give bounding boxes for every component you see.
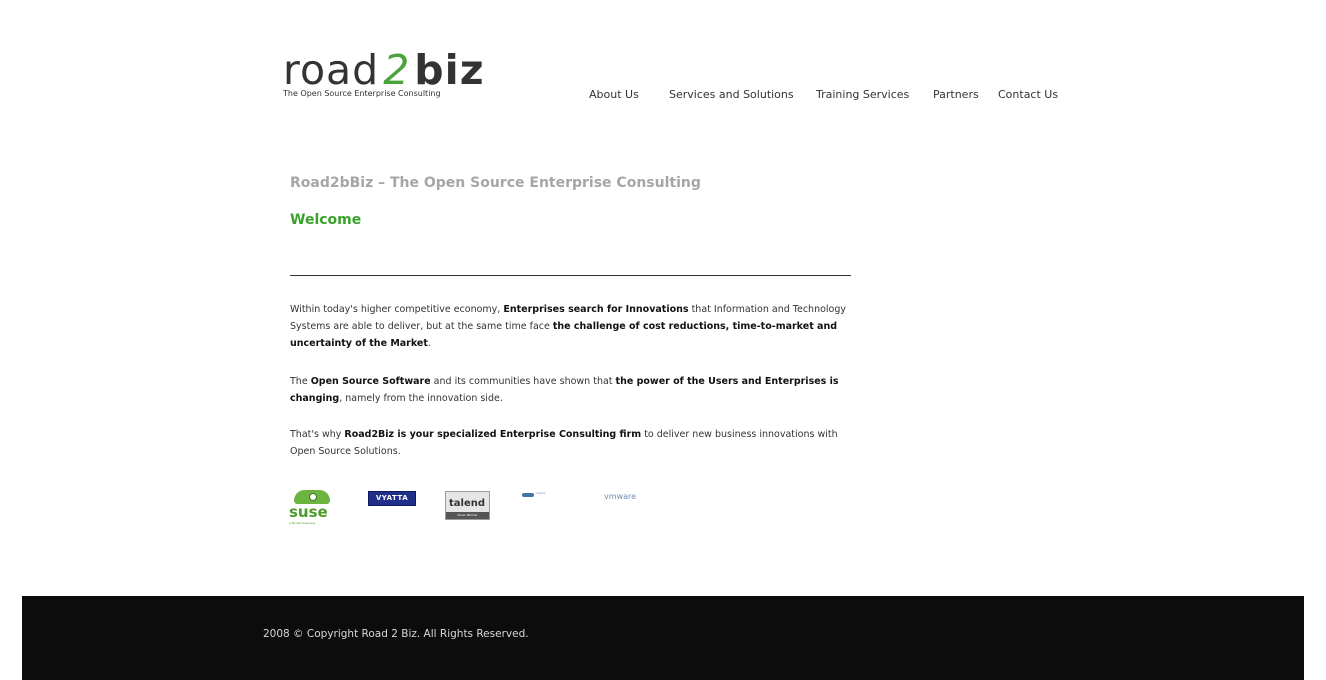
footer: 2008 © Copyright Road 2 Biz. All Rights … xyxy=(22,596,1304,680)
suse-wordmark: suse xyxy=(289,503,328,521)
welcome-heading: Welcome xyxy=(290,212,362,228)
partner-logos: suse a Novell business VYATTA talend Sil… xyxy=(286,488,706,528)
nav-contact-us[interactable]: Contact Us xyxy=(998,88,1058,101)
vmware-wordmark: vmware xyxy=(604,492,637,501)
nav-about-us[interactable]: About Us xyxy=(589,88,639,101)
talend-logo[interactable]: talend Silver Partner xyxy=(445,491,490,520)
p1-text-3: . xyxy=(427,338,431,349)
p3-text-1: That's why xyxy=(290,429,345,440)
ingres-swoosh-icon xyxy=(522,493,534,497)
vyatta-wordmark: VYATTA xyxy=(375,494,409,502)
p2-text-3: , namely from the innovation side. xyxy=(339,393,503,404)
logo-biz-text: biz xyxy=(414,46,485,94)
p3-bold-1: Road2Biz is your specialized Enterprise … xyxy=(344,429,642,440)
vmware-logo[interactable]: vmware xyxy=(604,492,636,501)
logo-road-text: road xyxy=(283,46,380,94)
copyright-text: 2008 © Copyright Road 2 Biz. All Rights … xyxy=(263,628,529,640)
chameleon-eye-icon xyxy=(309,493,317,501)
suse-subtitle: a Novell business xyxy=(289,521,316,525)
logo-two-text: 2 xyxy=(383,46,411,94)
site-logo[interactable]: road2biz The Open Source Enterprise Cons… xyxy=(283,48,485,98)
main-content: Road2bBiz – The Open Source Enterprise C… xyxy=(290,170,855,457)
p2-text-2: and its communities have shown that xyxy=(430,376,616,387)
page-title: Road2bBiz – The Open Source Enterprise C… xyxy=(290,175,701,191)
p2-text-1: The xyxy=(290,376,311,387)
nav-partners[interactable]: Partners xyxy=(933,88,979,101)
divider xyxy=(290,275,851,276)
p2-bold-1: Open Source Software xyxy=(310,376,431,387)
ingres-wordmark: Ingres xyxy=(536,491,546,495)
p1-text-1: Within today's higher competitive econom… xyxy=(290,304,504,315)
nav-services-and-solutions[interactable]: Services and Solutions xyxy=(669,88,794,101)
nav-training-services[interactable]: Training Services xyxy=(816,88,909,101)
p1-bold-1: Enterprises search for Innovations xyxy=(503,304,689,315)
logo-wordmark: road2biz xyxy=(283,48,485,92)
vyatta-logo[interactable]: VYATTA xyxy=(368,491,416,506)
suse-logo[interactable]: suse a Novell business xyxy=(286,488,336,526)
talend-wordmark: talend xyxy=(449,498,486,509)
ingres-logo[interactable]: Ingres xyxy=(522,492,572,500)
open-source-paragraph: The Open Source Software and its communi… xyxy=(290,373,855,407)
intro-paragraph: Within today's higher competitive econom… xyxy=(290,301,855,352)
why-road2biz-paragraph: That's why Road2Biz is your specialized … xyxy=(290,426,855,460)
talend-subtitle: Silver Partner xyxy=(446,512,489,519)
